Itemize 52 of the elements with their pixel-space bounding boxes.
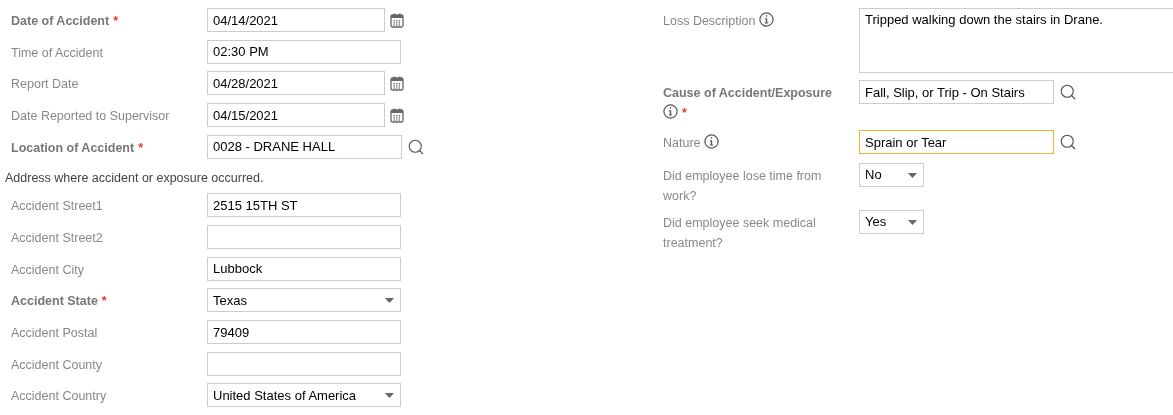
required-mark: * (113, 14, 119, 28)
field-label: Location of Accident (11, 140, 135, 155)
text-field[interactable]: 02:30 PM (207, 39, 401, 64)
info-icon[interactable] (758, 12, 774, 27)
field-label: Loss Description (663, 14, 756, 28)
address-note: Address where accident or exposure occurred. (5, 171, 264, 186)
caret-icon (908, 172, 917, 178)
lookup-field[interactable]: Sprain or Tear (859, 130, 1054, 154)
lookup-field[interactable]: 0028 - DRANE HALL (207, 134, 402, 159)
info-icon[interactable] (663, 104, 678, 119)
field-label: Report Date (11, 77, 79, 92)
date-field[interactable]: 04/15/2021 (207, 103, 385, 127)
field-label: Time of Accident (11, 45, 103, 60)
date-field[interactable]: 04/14/2021 (207, 8, 385, 32)
field-label: Did employee lose time from work? (663, 169, 822, 203)
field-label: Accident Country (11, 389, 107, 404)
calendar-icon[interactable] (390, 75, 404, 91)
description-field[interactable]: Tripped walking down the stairs in Drane. (859, 8, 1173, 73)
text-field[interactable]: 79409 (207, 320, 401, 344)
text-field[interactable]: 2515 15TH ST (207, 193, 401, 218)
field-label: Accident Postal (11, 326, 98, 340)
required-mark: * (138, 140, 144, 155)
dropdown-field[interactable]: United States of America (207, 383, 401, 408)
required-mark: * (682, 106, 687, 120)
text-field[interactable] (207, 225, 401, 249)
field-label: Accident City (11, 262, 84, 277)
dropdown-field[interactable]: No (859, 163, 924, 187)
dropdown-field[interactable]: Yes (859, 210, 924, 234)
caret-icon (908, 219, 917, 225)
field-label: Did employee seek medical treatment? (663, 216, 816, 250)
text-field[interactable] (207, 351, 401, 376)
calendar-icon[interactable] (390, 12, 404, 28)
search-icon[interactable] (1059, 133, 1077, 151)
calendar-icon[interactable] (390, 107, 404, 123)
search-icon[interactable] (1059, 83, 1077, 101)
required-mark: * (101, 294, 107, 309)
field-label: Date of Accident (11, 14, 110, 28)
lookup-field[interactable]: Fall, Slip, or Trip - On Stairs (859, 80, 1054, 104)
field-label: Accident State (11, 294, 98, 309)
field-label: Nature (663, 136, 701, 150)
field-label: Accident Street2 (11, 231, 103, 245)
date-field[interactable]: 04/28/2021 (207, 71, 385, 96)
field-label: Date Reported to Supervisor (11, 109, 170, 123)
field-label: Cause of Accident/Exposure (663, 86, 833, 100)
caret-icon (385, 297, 394, 303)
text-field[interactable]: Lubbock (207, 256, 401, 281)
info-icon[interactable] (704, 134, 719, 149)
caret-icon (385, 392, 394, 398)
field-label: Accident County (11, 357, 103, 372)
search-icon[interactable] (407, 137, 425, 156)
field-label: Accident Street1 (11, 199, 103, 214)
dropdown-field[interactable]: Texas (207, 288, 401, 313)
